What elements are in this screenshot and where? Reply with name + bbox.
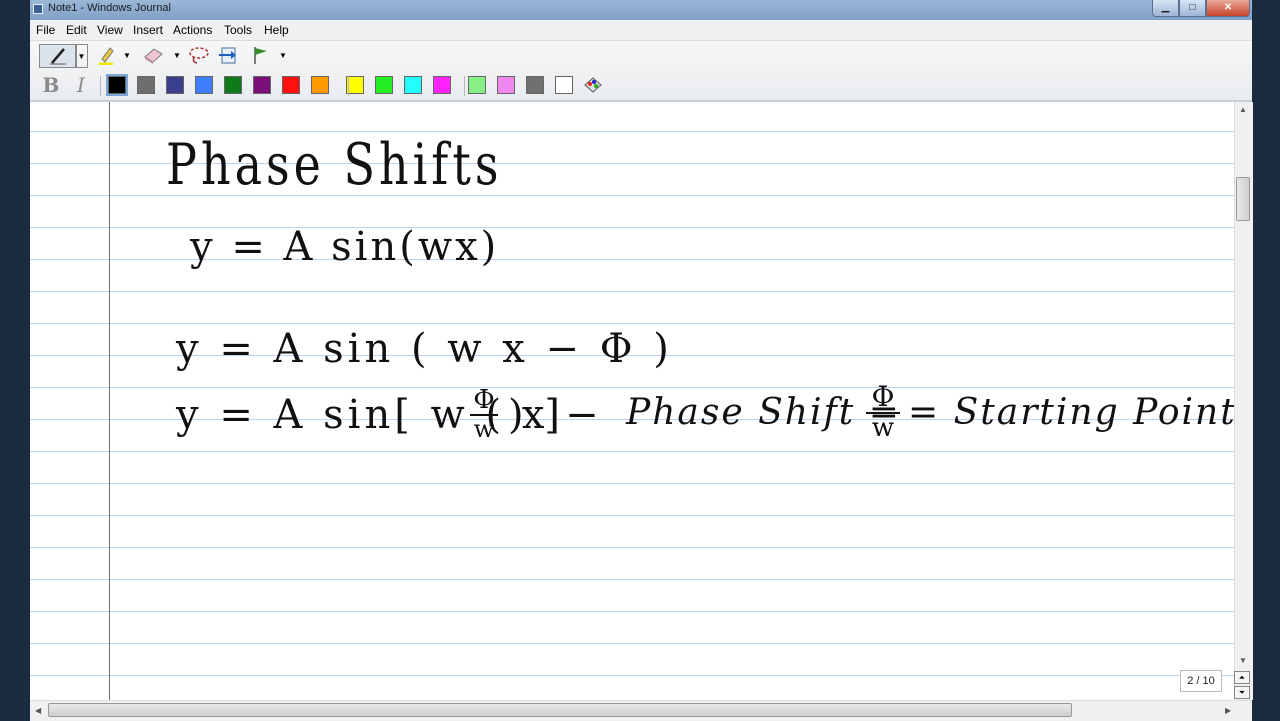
equation-1: y = A sin(wx)	[190, 224, 500, 270]
chevron-down-icon: ▼	[123, 50, 131, 60]
palette-icon	[584, 77, 602, 93]
minimize-button[interactable]: ▁	[1152, 0, 1179, 17]
chevron-down-icon: ▼	[279, 50, 287, 60]
color-swatch[interactable]	[555, 76, 573, 94]
eraser-dropdown-button[interactable]: ▼	[172, 48, 182, 62]
scroll-up-icon[interactable]: ▲	[1239, 105, 1247, 114]
menu-actions[interactable]: Actions	[173, 23, 212, 37]
toolbar-separator	[348, 76, 349, 96]
menu-file[interactable]: File	[36, 23, 55, 37]
toolbar-separator	[464, 76, 465, 96]
double-chevron-down-icon: ⏷	[1238, 688, 1246, 697]
previous-page-button[interactable]: ⏶	[1234, 671, 1250, 684]
color-swatch[interactable]	[404, 76, 422, 94]
lasso-icon	[189, 47, 209, 64]
toolbar-separator	[100, 76, 101, 96]
menu-insert[interactable]: Insert	[133, 23, 163, 37]
insert-space-icon	[219, 47, 236, 64]
next-page-button[interactable]: ⏷	[1234, 686, 1250, 699]
equation-3-right: ) ]	[508, 392, 564, 438]
equation-3-fraction-denominator: w	[473, 415, 495, 443]
pen-dropdown-button[interactable]: ▼	[75, 44, 88, 68]
note-page[interactable]: Phase Shifts y = A sin(wx) y = A sin ( w…	[30, 102, 1234, 700]
horizontal-scroll-thumb[interactable]	[48, 703, 1072, 717]
double-chevron-up-icon: ⏶	[1238, 673, 1246, 682]
italic-button[interactable]: I	[70, 73, 92, 97]
highlighter-icon	[99, 47, 114, 65]
toolbar	[30, 41, 1252, 102]
scroll-right-icon[interactable]: ▶	[1225, 706, 1231, 715]
eraser-button[interactable]	[140, 44, 166, 66]
flag-dropdown-button[interactable]: ▼	[278, 48, 288, 62]
color-swatch[interactable]	[137, 76, 155, 94]
note-heading: Phase Shifts	[166, 130, 503, 198]
color-swatch[interactable]	[526, 76, 544, 94]
menu-view[interactable]: View	[97, 23, 123, 37]
pen-colors-button[interactable]	[582, 75, 604, 95]
menu-edit[interactable]: Edit	[66, 23, 87, 37]
equation-2: y = A sin ( w x − Φ )	[176, 326, 673, 372]
window-title: Note1 - Windows Journal	[48, 2, 171, 14]
menu-tools[interactable]: Tools	[224, 23, 252, 37]
color-swatch[interactable]	[282, 76, 300, 94]
journal-window: Note1 - Windows Journal ▁ □ ✕ File Edit …	[30, 0, 1253, 721]
color-swatch[interactable]	[224, 76, 242, 94]
phase-fraction-denominator: w	[871, 413, 895, 443]
menu-bar: File Edit View Insert Actions Tools Help	[30, 20, 1252, 41]
chevron-down-icon: ▼	[77, 51, 86, 61]
pen-icon	[50, 48, 66, 65]
color-swatch[interactable]	[497, 76, 515, 94]
color-swatch[interactable]	[195, 76, 213, 94]
flag-icon	[254, 47, 267, 64]
color-swatch[interactable]	[311, 76, 329, 94]
color-swatch[interactable]	[166, 76, 184, 94]
color-swatch[interactable]	[106, 74, 128, 96]
pen-tool-button[interactable]	[39, 44, 77, 68]
vertical-scroll-thumb[interactable]	[1236, 177, 1250, 221]
phase-shift-label: Phase Shift =	[626, 392, 901, 433]
flag-button[interactable]	[248, 44, 272, 66]
scroll-left-icon[interactable]: ◀	[35, 706, 41, 715]
highlighter-dropdown-button[interactable]: ▼	[122, 48, 132, 62]
page-margin-line	[109, 102, 110, 700]
highlighter-button[interactable]	[94, 44, 118, 66]
scroll-down-icon[interactable]: ▼	[1239, 656, 1247, 665]
phase-fraction-numerator: Φ	[866, 382, 900, 414]
bold-button[interactable]: B	[40, 73, 62, 97]
page-indicator: 2 / 10	[1180, 670, 1222, 692]
maximize-button[interactable]: □	[1179, 0, 1206, 17]
color-swatch[interactable]	[433, 76, 451, 94]
title-bar: Note1 - Windows Journal ▁ □ ✕	[30, 0, 1252, 20]
starting-point-label: = Starting Point	[908, 392, 1234, 433]
insert-space-button[interactable]	[215, 44, 241, 66]
eraser-icon	[144, 48, 163, 64]
chevron-down-icon: ▼	[173, 50, 181, 60]
app-icon	[33, 4, 43, 14]
close-button[interactable]: ✕	[1206, 0, 1250, 17]
color-swatch[interactable]	[375, 76, 393, 94]
equation-3-fraction-numerator: Φ	[470, 386, 498, 416]
menu-help[interactable]: Help	[264, 23, 289, 37]
color-swatch[interactable]	[468, 76, 486, 94]
lasso-button[interactable]	[186, 44, 212, 66]
color-swatch[interactable]	[253, 76, 271, 94]
